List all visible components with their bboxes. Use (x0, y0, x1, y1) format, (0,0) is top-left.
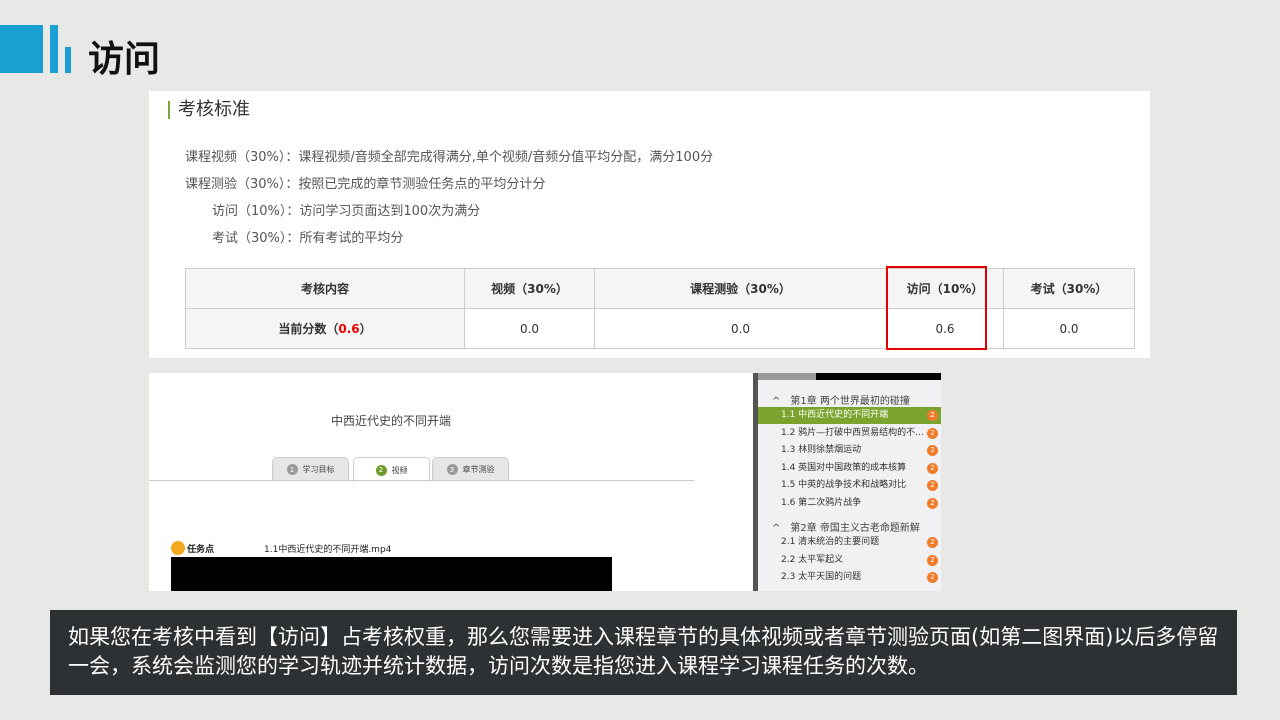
tab-number: 3 (446, 464, 458, 475)
badge: 2 (927, 572, 938, 583)
item-label: 1.2 鸦片—打破中西贸易结构的不... (781, 428, 924, 438)
accent-bar (0, 25, 43, 73)
criteria-panel: 考核标准 课程视频（30%）：课程视频/音频全部完成得满分,单个视频/音频分值平… (149, 91, 1150, 358)
chapter-1-header[interactable]: ^ 第1章 两个世界最初的碰撞 (772, 392, 910, 407)
chapter-title: 第1章 两个世界最初的碰撞 (790, 396, 910, 407)
chapter-2-header[interactable]: ^ 第2章 帝国主义古老命题新解 (772, 519, 920, 534)
sidebar-top-bar (758, 373, 816, 380)
accent-bar (65, 47, 71, 73)
sidebar-item[interactable]: 2.1 清末统治的主要问题 2 (758, 534, 941, 551)
criteria-heading: 考核标准 (168, 101, 250, 119)
score-table: 考核内容 视频（30%） 课程测验（30%） 访问（10%） 考试（30%） 当… (185, 268, 1135, 349)
score-cell: 0.0 (594, 308, 887, 349)
header-cell: 视频（30%） (464, 268, 595, 309)
item-label: 2.3 太平天国的问题 (781, 572, 862, 582)
current-score: 0.6 (338, 322, 360, 336)
highlight-box (886, 266, 987, 350)
tab-video[interactable]: 2 视频 (353, 457, 430, 482)
rule-quiz: 课程测验（30%）：按照已完成的章节测验任务点的平均分计分 (185, 177, 546, 192)
badge: 2 (927, 555, 938, 566)
task-point: 任务点 1.1中西近代史的不同开端.mp4 (171, 541, 391, 555)
accent-bar (50, 25, 58, 73)
tab-label: 视频 (391, 465, 408, 475)
tab-number: 1 (286, 464, 298, 475)
label-text: ） (359, 322, 372, 336)
badge: 2 (927, 480, 938, 491)
sidebar-item[interactable]: 1.2 鸦片—打破中西贸易结构的不... 2 (758, 425, 941, 442)
tab-learning-goals[interactable]: 1 学习目标 (272, 457, 349, 481)
sidebar-item[interactable]: 1.5 中英的战争技术和战略对比 2 (758, 477, 941, 494)
task-dot-icon (171, 541, 185, 555)
item-label: 1.3 林则徐禁烟运动 (781, 445, 862, 455)
explanation-note: 如果您在考核中看到【访问】占考核权重，那么您需要进入课程章节的具体视频或者章节测… (50, 610, 1237, 695)
sidebar-item[interactable]: 2.2 太平军起义 2 (758, 552, 941, 569)
chevron-up-icon: ^ (772, 396, 781, 407)
video-player[interactable] (171, 557, 612, 591)
sidebar-item[interactable]: 1.4 英国对中国政策的成本核算 2 (758, 460, 941, 477)
divider (149, 480, 694, 481)
tab-number: 2 (375, 464, 387, 476)
item-label: 2.1 清末统治的主要问题 (781, 537, 880, 547)
header-cell: 考核内容 (185, 268, 465, 309)
lesson-title: 中西近代史的不同开端 (330, 414, 451, 428)
slide-title: 访问 (88, 39, 161, 80)
item-label: 1.4 英国对中国政策的成本核算 (781, 463, 907, 473)
sidebar-item[interactable]: 1.6 第二次鸦片战争 2 (758, 495, 941, 512)
badge: 2 (927, 498, 938, 509)
tab-chapter-quiz[interactable]: 3 章节测验 (432, 457, 509, 481)
rule-exam: 考试（30%）：所有考试的平均分 (212, 231, 404, 246)
label-text: 当前分数（ (278, 322, 339, 336)
video-filename: 1.1中西近代史的不同开端.mp4 (264, 544, 392, 555)
sidebar-item[interactable]: 1.1 中西近代史的不同开端 2 (758, 407, 941, 424)
item-label: 1.1 中西近代史的不同开端 (781, 410, 889, 420)
video-page: 中西近代史的不同开端 1 学习目标 2 视频 3 章节测验 任务点 1.1中西近代史的不… (149, 373, 753, 591)
badge: 2 (927, 537, 938, 548)
item-label: 1.5 中英的战争技术和战略对比 (781, 480, 907, 490)
item-label: 2.2 太平军起义 (781, 555, 844, 565)
header-cell: 课程测验（30%） (594, 268, 887, 309)
score-cell: 0.0 (464, 308, 595, 349)
badge: 2 (927, 445, 938, 456)
badge: 2 (927, 410, 938, 421)
current-score-label: 当前分数（0.6） (185, 308, 465, 349)
sidebar-item[interactable]: 2.3 太平天国的问题 2 (758, 569, 941, 586)
item-label: 1.6 第二次鸦片战争 (781, 498, 862, 508)
tab-label: 学习目标 (302, 465, 335, 474)
header-cell: 考试（30%） (1003, 268, 1135, 309)
rule-video: 课程视频（30%）：课程视频/音频全部完成得满分,单个视频/音频分值平均分配，满… (185, 150, 714, 165)
chapter-sidebar: ^ 第1章 两个世界最初的碰撞 1.1 中西近代史的不同开端 2 1.2 鸦片—打破… (753, 373, 941, 591)
badge: 2 (927, 428, 938, 439)
sidebar-item[interactable]: 1.3 林则徐禁烟运动 2 (758, 442, 941, 459)
task-label: 任务点 (187, 544, 215, 555)
tab-label: 章节测验 (462, 465, 495, 474)
badge: 2 (927, 463, 938, 474)
score-cell: 0.0 (1003, 308, 1135, 349)
rule-visit: 访问（10%）：访问学习页面达到100次为满分 (212, 204, 481, 219)
chapter-title: 第2章 帝国主义古老命题新解 (790, 523, 920, 534)
chevron-up-icon: ^ (772, 523, 781, 534)
